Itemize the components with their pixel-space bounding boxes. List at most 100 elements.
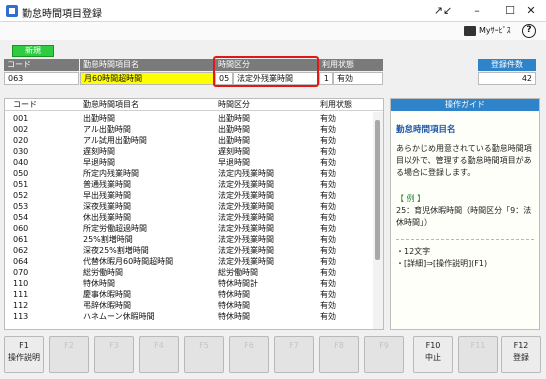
table-row[interactable]: 061 25%割増時間 法定外残業時間 有効 [5,234,371,245]
row-code: 053 [13,202,29,211]
fkey-f9[interactable]: F9 [364,336,404,373]
fkey-f10[interactable]: F10 中止 [413,336,453,373]
row-name: アル出勤時間 [83,125,131,134]
row-category: 法定外残業時間 [218,257,274,266]
row-usage: 有効 [320,301,336,310]
fkey-f8[interactable]: F8 [319,336,359,373]
table-row[interactable]: 113 ハネムーン休暇時間 特休時間 有効 [5,311,371,322]
table-row[interactable]: 060 所定労働超過時間 法定外残業時間 有効 [5,223,371,234]
name-field[interactable]: 月60時間超時間 [80,72,214,85]
row-name: 特休時間 [83,279,115,288]
table-row[interactable]: 054 休出残業時間 法定外残業時間 有効 [5,212,371,223]
fkey-f12[interactable]: F12 登録 [501,336,541,373]
guide-note-link[interactable]: ・[詳細]⇒[操作説明](F1) [396,258,534,270]
close-button[interactable]: ✕ [514,0,546,22]
table-row[interactable]: 002 アル出勤時間 出勤時間 有効 [5,124,371,135]
fkey-f5[interactable]: F5 [184,336,224,373]
operation-guide: 操作ガイド 勤怠時間項目名 あらかじめ用意されている勤怠時間項目以外で、管理する… [390,98,540,330]
table-row[interactable]: 070 総労働時間 総労働時間 有効 [5,267,371,278]
row-category: 法定外残業時間 [218,224,274,233]
row-usage: 有効 [320,224,336,233]
row-code: 052 [13,191,29,200]
row-category: 遅刻時間 [218,147,250,156]
fkey-key: F9 [379,341,389,350]
fkey-f2[interactable]: F2 [49,336,89,373]
row-code: 001 [13,114,29,123]
list-scrollbar[interactable] [373,112,383,329]
fkey-f7[interactable]: F7 [274,336,314,373]
table-row[interactable]: 052 早出残業時間 法定外残業時間 有効 [5,190,371,201]
myservice-icon [464,25,476,36]
row-usage: 有効 [320,213,336,222]
fkey-f3[interactable]: F3 [94,336,134,373]
row-usage: 有効 [320,114,336,123]
table-row[interactable]: 111 慶事休暇時間 特休時間 有効 [5,289,371,300]
table-row[interactable]: 053 深夜残業時間 法定外残業時間 有効 [5,201,371,212]
row-name: 普通残業時間 [83,180,131,189]
guide-note-length: ・12文字 [396,247,431,256]
fkey-label: 登録 [513,353,529,362]
row-category: 早退時間 [218,158,250,167]
usage-code-field[interactable]: 1 [319,72,333,85]
table-row[interactable]: 001 出勤時間 出勤時間 有効 [5,113,371,124]
table-row[interactable]: 040 早退時間 早退時間 有効 [5,157,371,168]
table-row[interactable]: 051 普通残業時間 法定外残業時間 有効 [5,179,371,190]
guide-header: 操作ガイド [391,99,539,111]
item-list: コード 勤怠時間項目名 時間区分 利用状態 001 出勤時間 出勤時間 有効 002 アル… [4,98,384,330]
list-header: コード 勤怠時間項目名 時間区分 利用状態 [5,99,383,111]
fkey-f11[interactable]: F11 [458,336,498,373]
window-title: 勤怠時間項目登録 [22,9,102,20]
table-row[interactable]: 020 アル試用出勤時間 出勤時間 有効 [5,135,371,146]
column-category: 時間区分 [218,100,250,109]
myservice-button[interactable]: Myｻｰﾋﾞｽ [464,25,511,36]
row-code: 111 [13,290,29,299]
row-usage: 有効 [320,246,336,255]
table-row[interactable]: 112 弔辞休暇時間 特休時間 有効 [5,300,371,311]
row-category: 法定外残業時間 [218,202,274,211]
guide-example-label: 【 例 】 [396,194,426,203]
row-category: 特休時間 [218,290,250,299]
row-category: 法定外残業時間 [218,191,274,200]
expand-icon[interactable]: ↗↙ [426,0,460,22]
row-category: 特休時間計 [218,279,258,288]
scrollbar-thumb[interactable] [375,120,380,260]
row-name: 代替休暇月60時間超時間 [83,257,174,266]
row-category: 出勤時間 [218,125,250,134]
column-name: 勤怠時間項目名 [83,100,139,109]
row-name: 休出残業時間 [83,213,131,222]
fkey-f1[interactable]: F1 操作説明 [4,336,44,373]
name-label: 勤怠時間項目名 [80,59,214,71]
fkey-key: F3 [109,341,119,350]
help-icon[interactable]: ? [522,24,536,38]
table-row[interactable]: 110 特休時間 特休時間計 有効 [5,278,371,289]
guide-body: あらかじめ用意されている勤怠時間項目以外で、管理する勤怠時間項目がある場合に登録… [396,144,532,177]
row-code: 020 [13,136,29,145]
row-name: 総労働時間 [83,268,123,277]
row-usage: 有効 [320,158,336,167]
help-strip: Myｻｰﾋﾞｽ ? [0,22,546,40]
table-row[interactable]: 050 所定内残業時間 法定内残業時間 有効 [5,168,371,179]
fkey-key: F1 [19,341,29,350]
table-row[interactable]: 064 代替休暇月60時間超時間 法定外残業時間 有効 [5,256,371,267]
guide-divider [396,239,534,240]
fkey-key: F6 [244,341,254,350]
row-name: 弔辞休暇時間 [83,301,131,310]
row-code: 110 [13,279,29,288]
row-usage: 有効 [320,290,336,299]
minimize-button[interactable]: – [460,0,494,22]
fkey-f4[interactable]: F4 [139,336,179,373]
guide-example-text: 25：育児休暇時間（時間区分「9：法休時間」） [396,206,532,227]
row-name: 所定内残業時間 [83,169,139,178]
row-code: 064 [13,257,29,266]
myservice-label: Myｻｰﾋﾞｽ [479,26,511,35]
code-field[interactable]: 063 [4,72,79,85]
table-row[interactable]: 030 遅刻時間 遅刻時間 有効 [5,146,371,157]
function-key-bar: F1 操作説明 F2 F3 F4 F5 F6 F7 F8 F9 F10 中止 F11 F12 登録 [0,334,546,379]
fkey-f6[interactable]: F6 [229,336,269,373]
table-row[interactable]: 062 深夜25%割増時間 法定外残業時間 有効 [5,245,371,256]
guide-title: 勤怠時間項目名 [396,125,456,135]
row-usage: 有効 [320,268,336,277]
row-category: 総労働時間 [218,268,258,277]
row-code: 002 [13,125,29,134]
usage-label: 利用状態 [319,59,383,71]
